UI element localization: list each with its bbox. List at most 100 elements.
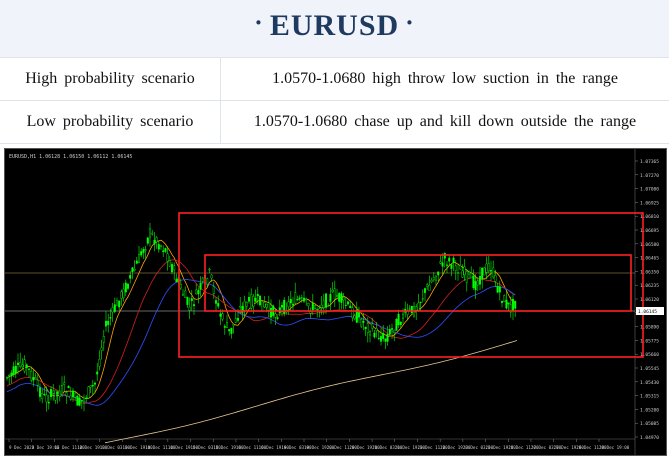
candle-body (115, 300, 118, 306)
current-price-label: 1.06145 (638, 309, 657, 315)
candle-body (96, 371, 99, 375)
candle-body (10, 372, 13, 376)
candle-body (448, 257, 451, 262)
table-row: High probability scenario 1.0570-1.0680 … (0, 57, 669, 101)
candle-body (58, 390, 61, 398)
candle-body (441, 262, 444, 267)
candle-body (327, 305, 330, 307)
candle-body (67, 385, 70, 389)
price-tick-label: 1.06580 (640, 242, 659, 248)
candle-body (124, 282, 127, 293)
price-tick-label: 1.05890 (640, 325, 659, 331)
candle-body (479, 276, 482, 285)
candle-body (199, 282, 202, 290)
candle-body (358, 312, 361, 318)
candle-body (98, 359, 101, 367)
candle-body (426, 284, 429, 287)
candle-body (197, 290, 200, 295)
candle-body (355, 309, 358, 323)
candle-body (351, 307, 354, 318)
candle-body (494, 275, 497, 282)
candle-body (12, 366, 15, 375)
candle-body (256, 294, 259, 297)
candle-body (338, 293, 341, 302)
outer-range-box (178, 212, 644, 358)
candle-body (166, 253, 169, 262)
candle-body (415, 306, 418, 311)
price-chart[interactable]: 1.07365 1.07270 1.07080 1.06925 1.06810 1.066… (4, 148, 667, 456)
candle-body (437, 271, 440, 276)
candle-body (439, 261, 442, 264)
candle-body (386, 333, 389, 342)
candle-body (461, 270, 464, 278)
candle-body (111, 307, 114, 313)
candle-body (157, 244, 160, 250)
price-tick-label: 1.05430 (640, 380, 659, 386)
candle-body (329, 294, 332, 302)
candle-body (19, 362, 22, 368)
candle-body (320, 304, 323, 308)
candle-body (443, 253, 446, 259)
candle-body (232, 324, 235, 326)
candle-body (408, 308, 411, 310)
candle-body (369, 331, 372, 336)
candle-body (47, 401, 50, 404)
candle-body (364, 327, 367, 329)
chart-canvas[interactable]: 1.07365 1.07270 1.07080 1.06925 1.06810 1.066… (5, 149, 666, 455)
candle-body (151, 232, 154, 235)
candle-body (278, 307, 281, 314)
candle-body (393, 329, 396, 333)
candle-body (239, 305, 242, 308)
scenario-text: 1.0570-1.0680 chase up and kill down out… (220, 100, 669, 144)
candle-body (417, 302, 420, 311)
candle-body (472, 275, 475, 289)
candle-body (142, 249, 145, 253)
candle-body (296, 299, 299, 301)
price-tick-label: 1.04970 (640, 435, 659, 441)
scenario-label: High probability scenario (0, 57, 221, 101)
candle-body (217, 303, 220, 307)
candle-body (514, 300, 517, 309)
candle-body (87, 386, 90, 399)
candle-body (492, 267, 495, 278)
candle-body (375, 328, 378, 331)
time-tick-label: 28 Dec 19:00 (599, 445, 630, 450)
candle-body (366, 323, 369, 334)
candle-body (195, 289, 198, 295)
candle-body (384, 338, 387, 342)
candle-body (100, 347, 103, 351)
price-axis: 1.07365 1.07270 1.07080 1.06925 1.06810 1.066… (635, 159, 664, 441)
candle-body (188, 306, 191, 311)
candle-body (153, 239, 156, 245)
candle-body (362, 320, 365, 323)
candle-body (402, 313, 405, 319)
candle-body (419, 301, 422, 303)
candle-body (221, 313, 224, 320)
candle-body (144, 249, 147, 251)
price-tick-label: 1.07365 (640, 159, 659, 165)
candle-body (89, 385, 92, 388)
candle-body (155, 237, 158, 242)
candle-body (34, 377, 37, 379)
candle-body (28, 368, 31, 370)
candle-body (347, 301, 350, 305)
price-tick-label: 1.07080 (640, 187, 659, 193)
candle-body (206, 278, 209, 285)
price-tick-label: 1.06925 (640, 200, 659, 206)
candle-body (45, 394, 48, 403)
candle-body (303, 297, 306, 302)
candle-body (65, 392, 68, 396)
candle-body (252, 296, 255, 307)
candle-body (137, 254, 140, 264)
candle-body (421, 298, 424, 300)
candle-body (173, 265, 176, 271)
title-label: EURUSD (269, 9, 400, 42)
candles (6, 222, 517, 412)
candle-body (496, 286, 499, 293)
candle-body (126, 283, 129, 289)
candle-body (410, 305, 413, 314)
candle-body (340, 293, 343, 303)
candle-body (505, 299, 508, 309)
candle-body (428, 284, 431, 291)
candle-body (487, 263, 490, 272)
